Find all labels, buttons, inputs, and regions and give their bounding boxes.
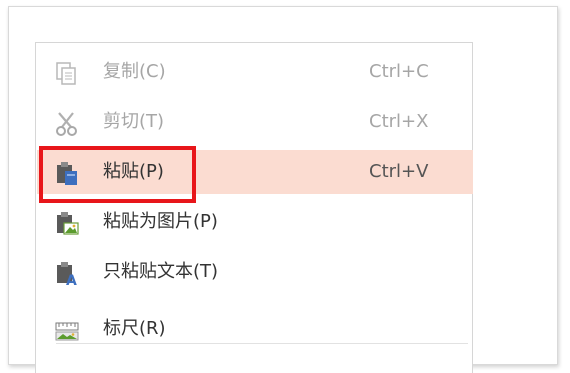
menu-item-label: 只粘贴文本(T) [103, 261, 219, 282]
menu-item-shortcut: Ctrl+C [369, 61, 429, 82]
ruler-icon [53, 317, 81, 345]
context-menu: 复制(C) Ctrl+C 剪切(T) Ctrl+X 粘贴(P) Ctrl+V 粘… [35, 42, 473, 373]
menu-item-shortcut: Ctrl+X [369, 111, 429, 132]
menu-item-label: 标尺(R) [103, 318, 166, 339]
menu-item-label: 复制(C) [103, 61, 166, 82]
menu-item-label: 剪切(T) [103, 111, 165, 132]
copy-icon [53, 60, 81, 88]
paste-icon [53, 160, 81, 188]
paste-as-image-icon [53, 210, 81, 238]
menu-item-ruler[interactable]: 标尺(R) [37, 307, 473, 351]
paste-text-only-icon: A [53, 260, 81, 289]
menu-item-paste[interactable]: 粘贴(P) Ctrl+V [37, 150, 473, 194]
menu-item-copy[interactable]: 复制(C) Ctrl+C [37, 50, 473, 94]
menu-item-paste-as-image[interactable]: 粘贴为图片(P) [37, 200, 473, 244]
menu-item-label: 粘贴(P) [103, 161, 164, 182]
svg-text:A: A [66, 273, 77, 288]
menu-item-paste-text-only[interactable]: A 只粘贴文本(T) [37, 250, 473, 294]
menu-item-cut[interactable]: 剪切(T) Ctrl+X [37, 100, 473, 144]
menu-item-label: 粘贴为图片(P) [103, 211, 218, 232]
scissors-icon [53, 110, 81, 138]
menu-item-shortcut: Ctrl+V [369, 161, 429, 182]
